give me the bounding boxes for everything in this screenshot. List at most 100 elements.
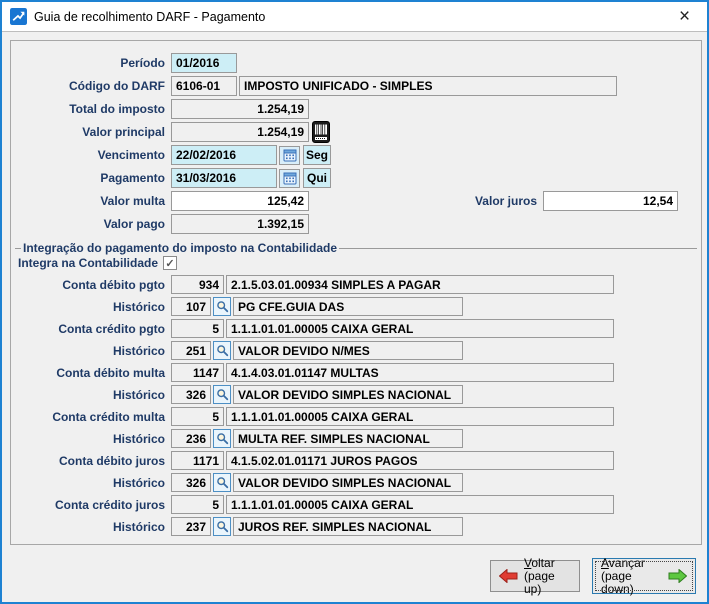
historico-code-field[interactable]: 251 [171, 341, 211, 360]
valor-juros-field[interactable]: 12,54 [543, 191, 678, 211]
conta-credito-multa-description-field: 1.1.1.01.01.00005 CAIXA GERAL [226, 407, 614, 426]
conta-debito-juros-description-field: 4.1.5.02.01.01171 JUROS PAGOS [226, 451, 614, 470]
valor-principal-field[interactable]: 1.254,19 [171, 122, 309, 142]
row-pagamento: Pagamento 31/03/2016 Qui [11, 168, 701, 188]
calendar-icon [283, 148, 297, 162]
historico-code-field[interactable]: 237 [171, 517, 211, 536]
barcode-button[interactable] [312, 121, 332, 144]
check-icon: ✓ [165, 257, 174, 270]
historico-description-field: JUROS REF. SIMPLES NACIONAL [233, 517, 463, 536]
conta-credito-juros-code-field[interactable]: 5 [171, 495, 224, 514]
valor-principal-label: Valor principal [11, 125, 171, 139]
row-valores: Valor multa 125,42 Valor juros 12,54 [11, 191, 701, 211]
historico-label: Histórico [11, 520, 171, 534]
search-icon [216, 344, 229, 357]
close-button[interactable]: × [662, 2, 707, 31]
periodo-field[interactable]: 01/2016 [171, 53, 237, 73]
voltar-label: Voltar [524, 557, 571, 570]
avancar-button[interactable]: Avançar (page down) [592, 558, 696, 594]
historico-label: Histórico [11, 388, 171, 402]
historico-search-button[interactable] [213, 385, 231, 404]
vencimento-label: Vencimento [11, 148, 171, 162]
row-conta-credito-multa: Conta crédito multa 5 1.1.1.01.01.00005 … [11, 407, 701, 426]
integration-section-header: Integração do pagamento do imposto na Co… [15, 241, 697, 255]
historico-search-button[interactable] [213, 473, 231, 492]
search-icon [216, 476, 229, 489]
vencimento-calendar-button[interactable] [279, 146, 300, 165]
arrow-right-icon [668, 569, 687, 583]
row-valor-pago: Valor pago 1.392,15 [11, 214, 701, 234]
row-total-imposto: Total do imposto 1.254,19 [11, 99, 701, 119]
codigo-darf-code-field[interactable]: 6106-01 [171, 76, 237, 96]
historico-description-field: VALOR DEVIDO N/MES [233, 341, 463, 360]
pagamento-date-field[interactable]: 31/03/2016 [171, 168, 277, 188]
conta-credito-juros-description-field: 1.1.1.01.01.00005 CAIXA GERAL [226, 495, 614, 514]
app-icon [10, 8, 27, 25]
historico-code-field[interactable]: 326 [171, 473, 211, 492]
valor-multa-field[interactable]: 125,42 [171, 191, 309, 211]
conta-credito-pgto-description-field: 1.1.1.01.01.00005 CAIXA GERAL [226, 319, 614, 338]
conta-debito-juros-code-field[interactable]: 1171 [171, 451, 224, 470]
conta-debito-juros-label: Conta débito juros [11, 454, 171, 468]
total-imposto-label: Total do imposto [11, 102, 171, 116]
vencimento-date-field[interactable]: 22/02/2016 [171, 145, 277, 165]
integra-contabilidade-checkbox[interactable]: ✓ [163, 256, 177, 270]
historico-search-button[interactable] [213, 297, 231, 316]
codigo-darf-description-field: IMPOSTO UNIFICADO - SIMPLES [239, 76, 617, 96]
row-historico-pgto-credito: Histórico 251 VALOR DEVIDO N/MES [11, 341, 701, 360]
row-conta-credito-juros: Conta crédito juros 5 1.1.1.01.01.00005 … [11, 495, 701, 514]
voltar-button[interactable]: Voltar (page up) [490, 560, 580, 592]
row-periodo: Período 01/2016 [11, 53, 701, 73]
conta-credito-juros-label: Conta crédito juros [11, 498, 171, 512]
avancar-label: Avançar [601, 557, 662, 570]
pagamento-label: Pagamento [11, 171, 171, 185]
form-panel: Período 01/2016 Código do DARF 6106-01 I… [10, 40, 702, 545]
voltar-sublabel: (page up) [524, 570, 571, 596]
valor-juros-label: Valor juros [309, 194, 543, 208]
row-conta-debito-multa: Conta débito multa 1147 4.1.4.03.01.0114… [11, 363, 701, 382]
row-historico-juros-credito: Histórico 237 JUROS REF. SIMPLES NACIONA… [11, 517, 701, 536]
total-imposto-field: 1.254,19 [171, 99, 309, 119]
historico-search-button[interactable] [213, 517, 231, 536]
search-icon [216, 432, 229, 445]
row-conta-debito-juros: Conta débito juros 1171 4.1.5.02.01.0117… [11, 451, 701, 470]
row-historico-juros-debito: Histórico 326 VALOR DEVIDO SIMPLES NACIO… [11, 473, 701, 492]
historico-search-button[interactable] [213, 341, 231, 360]
historico-label: Histórico [11, 300, 171, 314]
historico-description-field: VALOR DEVIDO SIMPLES NACIONAL [233, 473, 463, 492]
row-vencimento: Vencimento 22/02/2016 Seg [11, 145, 701, 165]
pagamento-calendar-button[interactable] [279, 169, 300, 188]
valor-multa-label: Valor multa [11, 194, 171, 208]
historico-label: Histórico [11, 344, 171, 358]
conta-debito-multa-code-field[interactable]: 1147 [171, 363, 224, 382]
row-historico-multa-debito: Histórico 326 VALOR DEVIDO SIMPLES NACIO… [11, 385, 701, 404]
historico-code-field[interactable]: 326 [171, 385, 211, 404]
search-icon [216, 388, 229, 401]
valor-pago-label: Valor pago [11, 217, 171, 231]
conta-credito-multa-label: Conta crédito multa [11, 410, 171, 424]
historico-search-button[interactable] [213, 429, 231, 448]
valor-pago-field: 1.392,15 [171, 214, 309, 234]
close-icon: × [679, 6, 690, 28]
arrow-left-icon [499, 569, 518, 583]
conta-debito-multa-description-field: 4.1.4.03.01.01147 MULTAS [226, 363, 614, 382]
conta-credito-pgto-code-field[interactable]: 5 [171, 319, 224, 338]
row-historico-pgto-debito: Histórico 107 PG CFE.GUIA DAS [11, 297, 701, 316]
conta-debito-pgto-label: Conta débito pgto [11, 278, 171, 292]
title-bar: Guia de recolhimento DARF - Pagamento × [2, 2, 707, 32]
conta-credito-multa-code-field[interactable]: 5 [171, 407, 224, 426]
calendar-icon [283, 171, 297, 185]
row-codigo-darf: Código do DARF 6106-01 IMPOSTO UNIFICADO… [11, 76, 701, 96]
row-historico-multa-credito: Histórico 236 MULTA REF. SIMPLES NACIONA… [11, 429, 701, 448]
pagamento-weekday-field: Qui [303, 168, 331, 188]
conta-debito-pgto-description-field: 2.1.5.03.01.00934 SIMPLES A PAGAR [226, 275, 614, 294]
historico-description-field: VALOR DEVIDO SIMPLES NACIONAL [233, 385, 463, 404]
codigo-darf-label: Código do DARF [11, 79, 171, 93]
search-icon [216, 300, 229, 313]
periodo-label: Período [11, 56, 171, 70]
avancar-sublabel: (page down) [601, 570, 662, 596]
historico-code-field[interactable]: 236 [171, 429, 211, 448]
historico-code-field[interactable]: 107 [171, 297, 211, 316]
row-conta-credito-pgto: Conta crédito pgto 5 1.1.1.01.01.00005 C… [11, 319, 701, 338]
conta-debito-pgto-code-field[interactable]: 934 [171, 275, 224, 294]
